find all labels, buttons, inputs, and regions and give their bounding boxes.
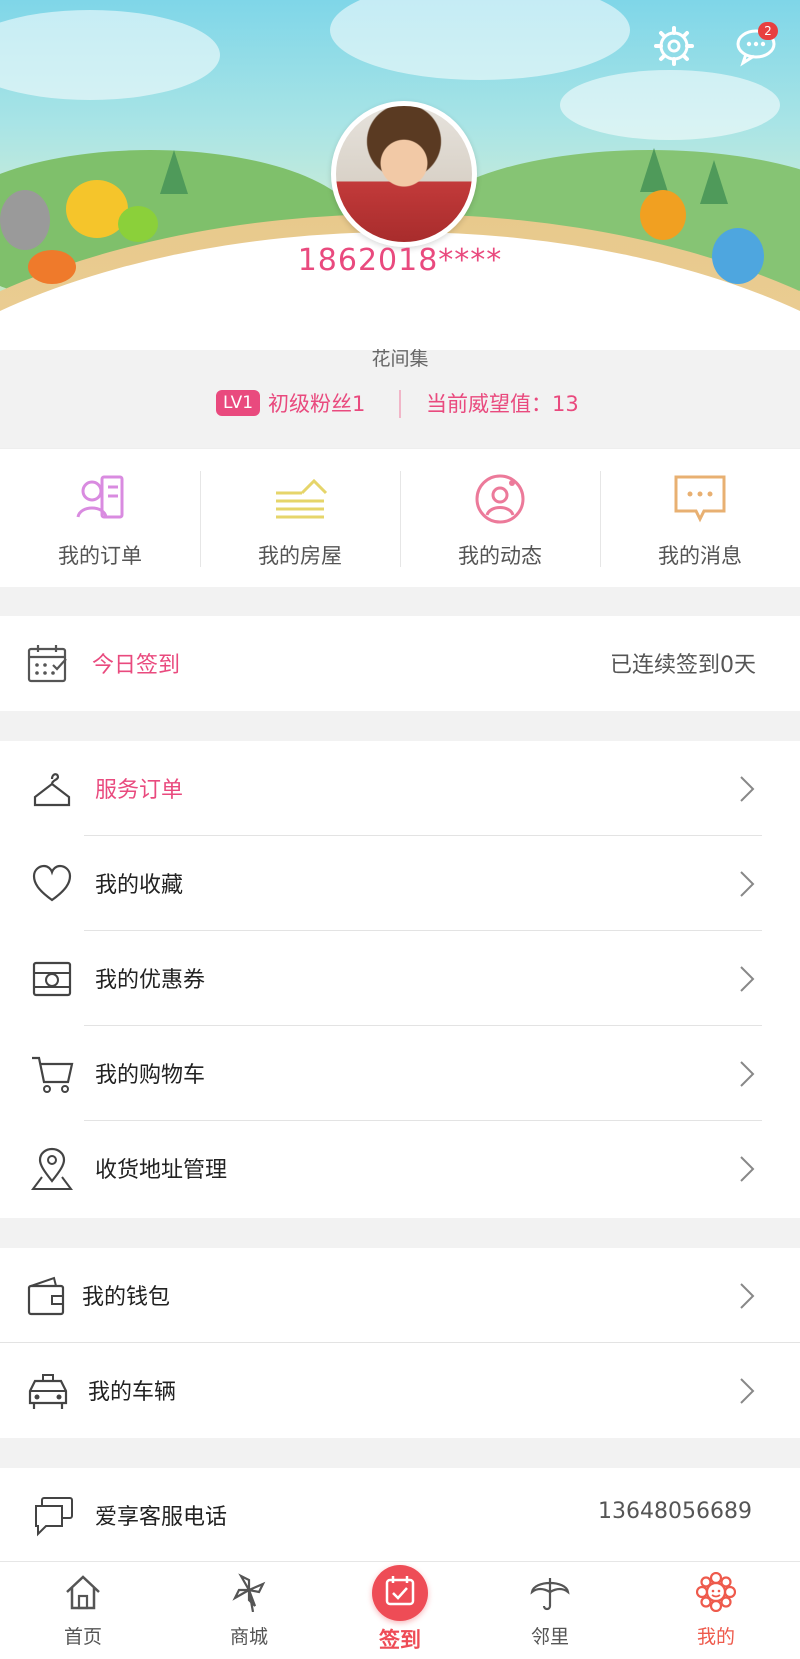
message-icon: [674, 475, 726, 523]
settings-gear-icon[interactable]: [652, 24, 696, 68]
rock: [0, 190, 50, 250]
nav-label: 邻里: [530, 1626, 569, 1648]
quick-action-house[interactable]: 我的房屋: [200, 449, 400, 587]
nav-home[interactable]: 首页: [23, 1562, 143, 1659]
tree: [640, 148, 668, 192]
service-phone-number[interactable]: 13648056689: [598, 1499, 752, 1524]
menu-item-label: 收货地址管理: [95, 1158, 228, 1183]
quick-action-label: 我的房屋: [258, 544, 342, 568]
quick-action-label: 我的消息: [658, 544, 742, 568]
tree: [160, 150, 188, 194]
flower-icon: [696, 1572, 736, 1612]
tree: [700, 160, 728, 204]
menu-item-cart[interactable]: 我的购物车: [0, 1026, 800, 1121]
chevron-right-icon: [740, 1378, 755, 1404]
level-name: 初级粉丝1: [268, 392, 366, 416]
quick-action-label: 我的订单: [58, 544, 142, 568]
nav-neighbors[interactable]: 邻里: [490, 1562, 610, 1659]
checkin-section: 今日签到 已连续签到0天: [0, 616, 800, 711]
menu-item-label: 我的购物车: [95, 1063, 206, 1088]
avatar[interactable]: [331, 101, 477, 247]
location-icon: [31, 1147, 73, 1190]
nav-label: 商城: [229, 1626, 268, 1648]
menu-item-service-orders[interactable]: 服务订单: [0, 741, 800, 836]
nav-mine[interactable]: 我的: [656, 1562, 776, 1659]
chevron-right-icon: [740, 871, 755, 897]
menu-section-orders: 服务订单 我的收藏 我的优惠券 我的购物车 收货地址管理: [0, 741, 800, 1218]
menu-item-label: 我的车辆: [88, 1380, 177, 1405]
nav-checkin-button[interactable]: [372, 1565, 428, 1621]
umbrella-icon: [530, 1578, 570, 1611]
chevron-right-icon: [740, 1156, 755, 1182]
username: 1862018****: [297, 243, 503, 278]
home-icon: [66, 1575, 100, 1610]
orange-monster: [640, 190, 686, 240]
quick-actions: 我的订单 我的房屋 我的动态 我的消息: [0, 448, 800, 587]
menu-item-label: 我的钱包: [82, 1285, 171, 1310]
menu-item-coupons[interactable]: 我的优惠券: [0, 931, 800, 1026]
menu-item-label: 我的优惠券: [95, 968, 206, 993]
menu-item-favorites[interactable]: 我的收藏: [0, 836, 800, 931]
calendar-icon: [27, 645, 67, 683]
chevron-right-icon: [740, 776, 755, 802]
car-icon: [28, 1374, 68, 1409]
reputation-value: 当前威望值：13: [426, 392, 579, 416]
quick-action-messages[interactable]: 我的消息: [600, 449, 800, 587]
divider: [399, 390, 401, 418]
order-icon: [76, 475, 124, 519]
wallet-icon: [27, 1276, 65, 1316]
notification-badge: 2: [758, 22, 778, 40]
service-phone-row[interactable]: 爱享客服电话 13648056689: [0, 1468, 800, 1563]
chevron-right-icon: [740, 1283, 755, 1309]
menu-section-wallet: 我的钱包 我的车辆: [0, 1248, 800, 1438]
nav-label: 首页: [63, 1626, 102, 1648]
activity-icon: [475, 474, 525, 524]
menu-item-wallet[interactable]: 我的钱包: [0, 1248, 800, 1343]
cloud: [560, 70, 780, 140]
nav-checkin-label: 签到: [379, 1628, 421, 1652]
menu-item-label: 我的收藏: [95, 873, 184, 898]
checkin-label: 今日签到: [92, 653, 181, 678]
service-label: 爱享客服电话: [95, 1505, 228, 1530]
house-icon: [276, 478, 328, 519]
green-monster: [118, 206, 158, 242]
level-row: LV1 初级粉丝1 当前威望值：13: [0, 386, 800, 424]
quick-action-activity[interactable]: 我的动态: [400, 449, 600, 587]
chevron-right-icon: [740, 966, 755, 992]
chevron-right-icon: [740, 1061, 755, 1087]
checkin-streak: 已连续签到0天: [610, 653, 756, 678]
community-name: 花间集: [371, 348, 429, 370]
chat-bubbles-icon: [35, 1497, 73, 1537]
menu-item-label: 服务订单: [95, 778, 184, 803]
nav-mall[interactable]: 商城: [189, 1562, 309, 1659]
cart-icon: [32, 1056, 74, 1093]
hanger-icon: [33, 773, 71, 807]
pinwheel-icon: [232, 1573, 266, 1612]
checkin-icon: [385, 1576, 415, 1606]
checkin-row[interactable]: 今日签到 已连续签到0天: [0, 616, 800, 711]
level-badge: LV1: [216, 390, 260, 416]
nav-label: 我的: [696, 1626, 735, 1648]
cloud: [0, 10, 220, 100]
service-section: 爱享客服电话 13648056689: [0, 1468, 800, 1561]
menu-item-vehicles[interactable]: 我的车辆: [0, 1343, 800, 1438]
cloud: [330, 0, 630, 80]
quick-action-label: 我的动态: [458, 544, 542, 568]
menu-item-address[interactable]: 收货地址管理: [0, 1121, 800, 1216]
heart-icon: [32, 864, 72, 902]
quick-action-orders[interactable]: 我的订单: [0, 449, 200, 587]
coupon-icon: [32, 961, 72, 997]
